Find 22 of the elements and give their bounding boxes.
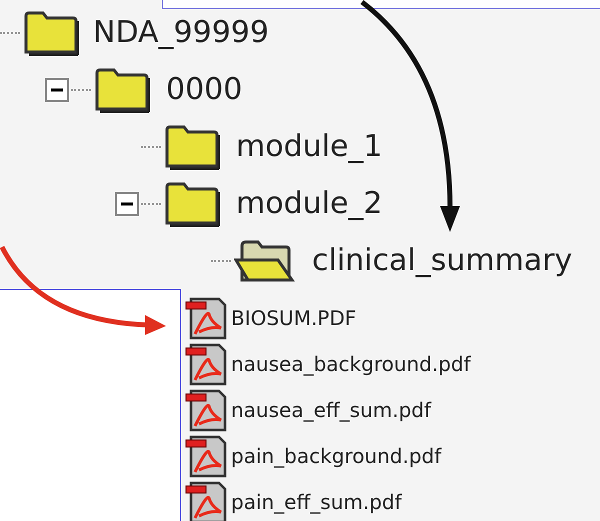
pdf-file-icon (185, 296, 229, 340)
folder-icon (164, 180, 220, 226)
folder-icon (164, 124, 220, 170)
pdf-file-icon (185, 388, 229, 432)
file-name[interactable]: nausea_eff_sum.pdf (231, 398, 432, 422)
folder-name[interactable]: NDA_99999 (93, 15, 269, 50)
file-name[interactable]: nausea_background.pdf (231, 352, 471, 376)
folder-name[interactable]: module_1 (236, 129, 383, 164)
pdf-file-icon (185, 480, 229, 521)
folder-name[interactable]: 0000 (166, 72, 242, 107)
folder-name[interactable]: clinical_summary (312, 243, 572, 278)
open-folder-icon (234, 238, 296, 284)
folder-icon (94, 66, 150, 112)
folder-name[interactable]: module_2 (236, 186, 383, 221)
pdf-file-icon (185, 342, 229, 386)
file-name[interactable]: BIOSUM.PDF (231, 306, 356, 330)
collapse-icon[interactable] (115, 192, 139, 216)
collapse-icon[interactable] (45, 78, 69, 102)
pdf-file-icon (185, 434, 229, 478)
file-name[interactable]: pain_eff_sum.pdf (231, 490, 402, 514)
folder-icon (23, 10, 79, 56)
file-name[interactable]: pain_background.pdf (231, 444, 442, 468)
